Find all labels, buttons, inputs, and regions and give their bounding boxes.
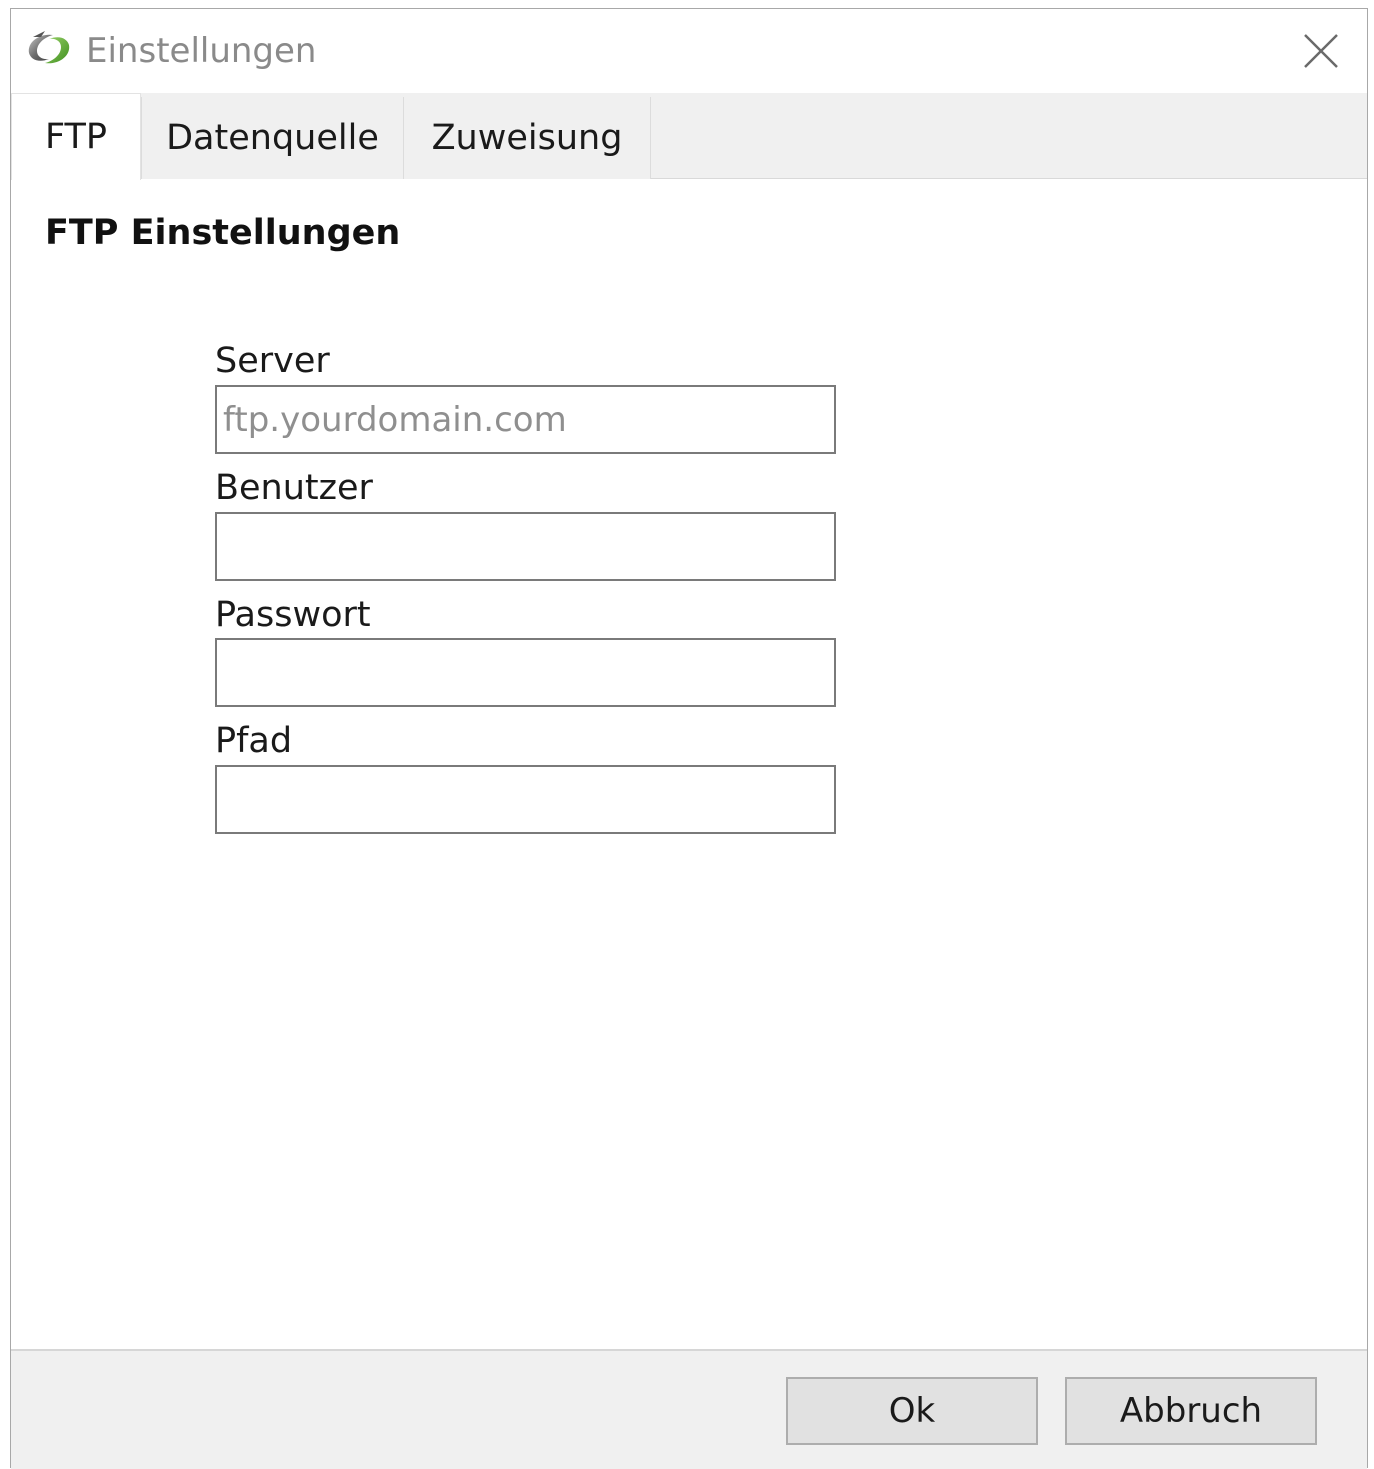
path-input[interactable] xyxy=(215,765,836,834)
password-label: Passwort xyxy=(215,595,371,635)
app-logo-icon xyxy=(23,27,75,73)
title-bar: Einstellungen xyxy=(11,9,1367,93)
tab-ftp[interactable]: FTP xyxy=(11,93,141,180)
dialog-footer: Ok Abbruch xyxy=(11,1349,1367,1469)
settings-dialog: Einstellungen FTP Datenquelle Zuweisung … xyxy=(10,8,1368,1469)
tab-strip: FTP Datenquelle Zuweisung xyxy=(11,93,1367,180)
ok-button[interactable]: Ok xyxy=(786,1377,1038,1445)
tab-label: FTP xyxy=(44,117,107,157)
password-input[interactable] xyxy=(215,638,836,707)
user-input[interactable] xyxy=(215,512,836,581)
window-title: Einstellungen xyxy=(86,31,317,71)
path-label: Pfad xyxy=(215,721,293,761)
server-input[interactable] xyxy=(215,385,836,454)
user-label: Benutzer xyxy=(215,468,373,508)
tab-label: Datenquelle xyxy=(166,118,379,158)
server-label: Server xyxy=(215,341,330,381)
close-icon[interactable] xyxy=(1289,19,1353,83)
section-title: FTP Einstellungen xyxy=(45,213,401,253)
cancel-button[interactable]: Abbruch xyxy=(1065,1377,1317,1445)
tab-label: Zuweisung xyxy=(431,118,623,158)
tab-datenquelle[interactable]: Datenquelle xyxy=(141,97,404,179)
tab-zuweisung[interactable]: Zuweisung xyxy=(403,97,651,179)
